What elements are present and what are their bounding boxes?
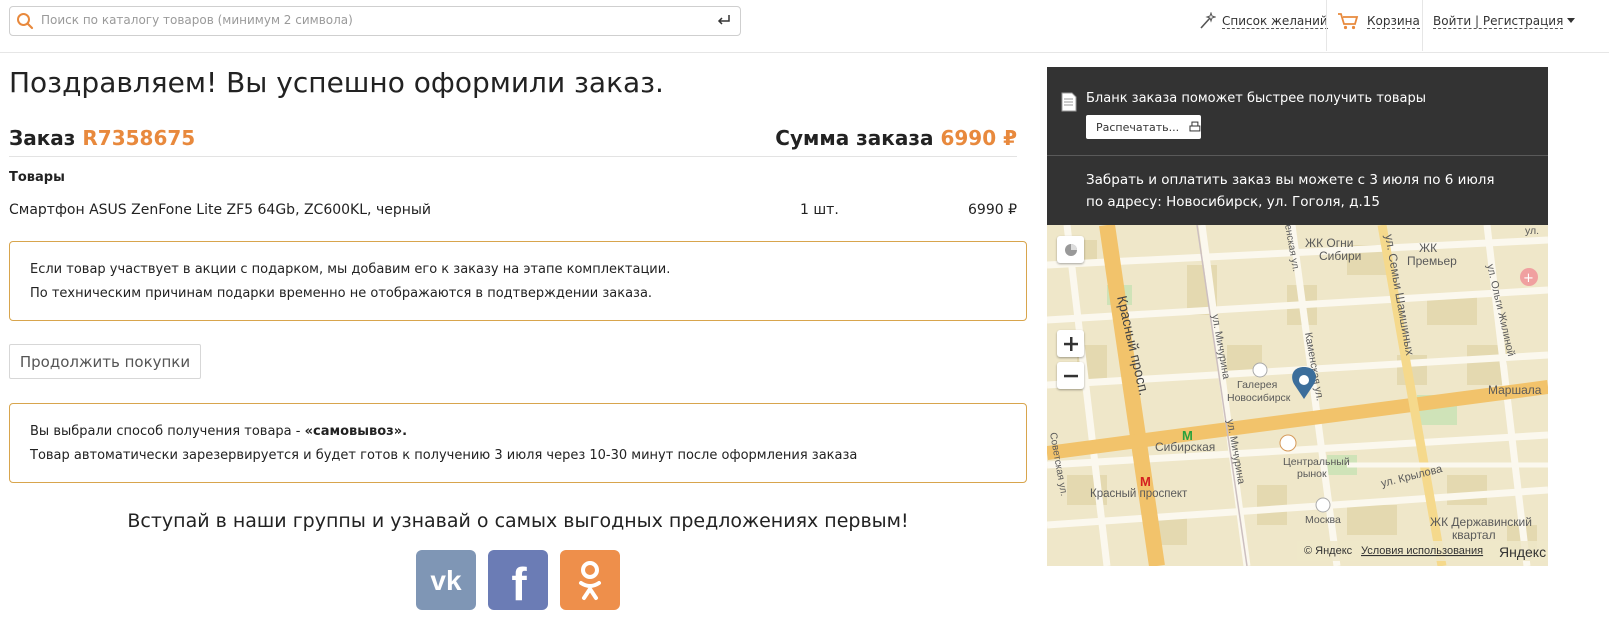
- shop-marker-icon: [1315, 497, 1331, 513]
- metro-krasny-prospekt-icon: M: [1140, 474, 1151, 489]
- order-sum-label: Сумма заказа: [775, 126, 934, 150]
- delivery-notice-line: Вы выбрали способ получения товара - «са…: [10, 420, 1026, 444]
- shop-marker-icon: [1252, 362, 1268, 378]
- panel-divider: [1047, 155, 1548, 156]
- layers-icon: [1064, 243, 1077, 256]
- hospital-cross-icon: +: [1523, 271, 1534, 286]
- market-marker-icon: [1279, 434, 1297, 452]
- item-price: 6990 ₽: [968, 202, 1017, 218]
- site-header: Поиск по каталогу товаров (минимум 2 сим…: [0, 0, 1609, 53]
- search-placeholder: Поиск по каталогу товаров (минимум 2 сим…: [41, 13, 353, 27]
- gift-notice: Если товар участвует в акции с подарком,…: [9, 241, 1027, 321]
- header-divider: [1326, 0, 1327, 51]
- continue-shopping-button[interactable]: Продолжить покупки: [9, 344, 201, 379]
- order-form-text: Бланк заказа поможет быстрее получить то…: [1086, 91, 1427, 106]
- magic-wand-icon: [1200, 12, 1216, 29]
- map-label: Москва: [1305, 514, 1341, 526]
- zoom-out-button[interactable]: [1057, 362, 1084, 389]
- delivery-notice: Вы выбрали способ получения товара - «са…: [9, 403, 1027, 483]
- map-layers-button[interactable]: [1057, 236, 1084, 263]
- auth-link[interactable]: Войти | Регистрация: [1433, 0, 1576, 42]
- map-label: рынок: [1297, 468, 1327, 480]
- pickup-info-text: Забрать и оплатить заказ вы можете с 3 и…: [1086, 169, 1495, 213]
- map-label: Центральный: [1283, 456, 1350, 468]
- print-button-label: Распечатать...: [1096, 120, 1180, 134]
- facebook-button[interactable]: f: [488, 550, 548, 610]
- svg-text:f: f: [511, 558, 527, 610]
- order-number: Заказ R7358675: [9, 126, 195, 150]
- delivery-method-prefix: Вы выбрали способ получения товара -: [30, 424, 305, 439]
- map-terms-link[interactable]: Условия использования: [1361, 545, 1483, 557]
- order-sum: Сумма заказа 6990 ₽: [775, 126, 1017, 150]
- pickup-info-panel: Бланк заказа поможет быстрее получить то…: [1047, 67, 1548, 225]
- svg-text:vk: vk: [430, 565, 462, 596]
- map-label: ЖК: [1419, 241, 1437, 255]
- gift-notice-line: По техническим причинам подарки временно…: [30, 286, 653, 301]
- map-label: ул.: [1525, 225, 1539, 237]
- search-field[interactable]: Поиск по каталогу товаров (минимум 2 сим…: [9, 6, 741, 36]
- order-summary-row: Заказ R7358675 Сумма заказа 6990 ₽: [9, 126, 1017, 157]
- print-button[interactable]: Распечатать...: [1086, 115, 1201, 139]
- page-title: Поздравляем! Вы успешно оформили заказ.: [9, 66, 664, 99]
- odnoklassniki-button[interactable]: [560, 550, 620, 610]
- svg-text:M: M: [1182, 428, 1193, 443]
- map-label: Новосибирск: [1227, 392, 1291, 404]
- yandex-logo: Яндекс: [1499, 544, 1546, 560]
- map-label: Премьер: [1407, 254, 1457, 268]
- svg-text:M: M: [1140, 474, 1151, 489]
- plus-icon: [1063, 336, 1078, 351]
- caret-down-icon: [1567, 18, 1576, 23]
- map-label: ЖК Державинский: [1430, 515, 1532, 529]
- map-label: ЖК Огни: [1305, 236, 1353, 250]
- pickup-dates: Забрать и оплатить заказ вы можете с 3 и…: [1086, 172, 1495, 188]
- wishlist-label: Список желаний: [1222, 13, 1328, 29]
- map-label: квартал: [1452, 528, 1496, 542]
- map-label: Красный проспект: [1090, 488, 1188, 500]
- search-icon: [17, 13, 34, 30]
- order-sum-value: 6990 ₽: [940, 126, 1017, 150]
- odnoklassniki-icon: [579, 561, 601, 600]
- facebook-icon: f: [511, 558, 527, 610]
- vk-icon: vk: [430, 565, 462, 596]
- delivery-notice-line: Товар автоматически зарезервируется и бу…: [30, 448, 858, 463]
- wishlist-link[interactable]: Список желаний: [1198, 0, 1328, 42]
- map-canvas[interactable]: ЖК Огни Сибири ЖК Премьер Галерея Новоси…: [1047, 225, 1548, 566]
- goods-heading: Товары: [9, 170, 65, 185]
- metro-sibirskaya-icon: M: [1182, 428, 1193, 443]
- minus-icon: [1063, 374, 1078, 377]
- print-icon: [1189, 121, 1201, 132]
- map-copyright: © Яндекс: [1304, 545, 1353, 557]
- cart-link[interactable]: Корзина: [1337, 0, 1420, 42]
- order-label: Заказ: [9, 126, 76, 150]
- pdf-document-icon: [1061, 92, 1077, 112]
- cart-label: Корзина: [1367, 13, 1420, 29]
- vk-button[interactable]: vk: [416, 550, 476, 610]
- item-quantity: 1 шт.: [800, 202, 839, 218]
- header-divider: [1422, 0, 1423, 51]
- map-label: Галерея: [1237, 379, 1277, 391]
- pickup-address: по адресу: Новосибирск, ул. Гоголя, д.15: [1086, 194, 1380, 210]
- order-number-value: R7358675: [82, 126, 196, 150]
- zoom-in-button[interactable]: [1057, 330, 1084, 357]
- pickup-map[interactable]: ЖК Огни Сибири ЖК Премьер Галерея Новоси…: [1047, 225, 1548, 566]
- social-invite-text: Вступай в наши группы и узнавай о самых …: [127, 510, 909, 532]
- gift-notice-line: Если товар участвует в акции с подарком,…: [30, 262, 671, 277]
- delivery-method: «самовывоз».: [304, 424, 408, 439]
- map-label: Сибири: [1319, 249, 1361, 263]
- enter-icon[interactable]: [716, 12, 732, 28]
- cart-icon: [1338, 13, 1359, 30]
- map-label: Маршала: [1488, 383, 1542, 397]
- auth-label: Войти | Регистрация: [1433, 13, 1564, 29]
- item-name: Смартфон ASUS ZenFone Lite ZF5 64Gb, ZC6…: [9, 202, 432, 218]
